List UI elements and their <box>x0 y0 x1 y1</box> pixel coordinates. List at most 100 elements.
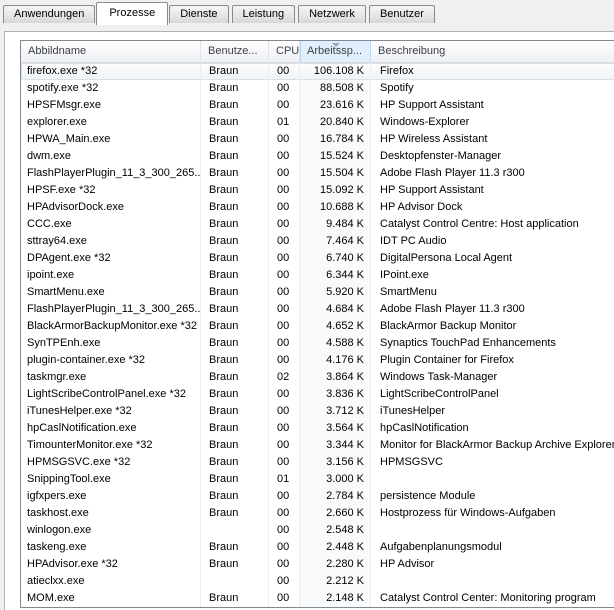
cell-memory: 88.508 K <box>300 80 371 97</box>
cell-image-name: SynTPEnh.exe <box>21 335 201 352</box>
cell-cpu: 00 <box>269 454 300 471</box>
cell-user-name: Braun <box>201 165 269 182</box>
cell-cpu: 00 <box>269 199 300 216</box>
tab-netzwerk[interactable]: Netzwerk <box>298 5 366 23</box>
cell-image-name: SmartMenu.exe <box>21 284 201 301</box>
cell-user-name: Braun <box>201 301 269 318</box>
cell-image-name: dwm.exe <box>21 148 201 165</box>
cell-memory: 15.524 K <box>300 148 371 165</box>
column-header-benutze[interactable]: Benutze... <box>201 41 269 62</box>
tab-leistung[interactable]: Leistung <box>232 5 296 23</box>
cell-memory: 6.740 K <box>300 250 371 267</box>
process-row[interactable]: MOM.exeBraun002.148 KCatalyst Control Ce… <box>21 590 614 607</box>
cell-cpu: 00 <box>269 573 300 590</box>
process-row[interactable]: winlogon.exe002.548 K <box>21 522 614 539</box>
process-row[interactable]: hpCaslNotification.exeBraun003.564 KhpCa… <box>21 420 614 437</box>
cell-memory: 3.156 K <box>300 454 371 471</box>
cell-image-name: HPMSGSVC.exe *32 <box>21 454 201 471</box>
process-row[interactable]: iTunesHelper.exe *32Braun003.712 KiTunes… <box>21 403 614 420</box>
process-row[interactable]: igfxpers.exeBraun002.784 Kpersistence Mo… <box>21 488 614 505</box>
process-row[interactable]: atieclxx.exe002.212 K <box>21 573 614 590</box>
tab-dienste[interactable]: Dienste <box>169 5 228 23</box>
cell-user-name: Braun <box>201 352 269 369</box>
process-row[interactable]: FlashPlayerPlugin_11_3_300_265....Braun0… <box>21 165 614 182</box>
cell-image-name: HPSFMsgr.exe <box>21 97 201 114</box>
process-row[interactable]: HPAdvisorDock.exeBraun0010.688 KHP Advis… <box>21 199 614 216</box>
process-row[interactable]: spotify.exe *32Braun0088.508 KSpotify <box>21 80 614 97</box>
process-row[interactable]: dwm.exeBraun0015.524 KDesktopfenster-Man… <box>21 148 614 165</box>
cell-cpu: 00 <box>269 420 300 437</box>
column-header-arbeitssp[interactable]: Arbeitssp... <box>300 41 371 62</box>
column-header-label: Benutze... <box>208 45 258 57</box>
column-header-label: Beschreibung <box>378 45 445 57</box>
cell-image-name: TimounterMonitor.exe *32 <box>21 437 201 454</box>
cell-cpu: 00 <box>269 556 300 573</box>
cell-memory: 106.108 K <box>300 63 371 80</box>
cell-user-name: Braun <box>201 148 269 165</box>
cell-user-name: Braun <box>201 556 269 573</box>
cell-description: IPoint.exe <box>371 267 614 284</box>
process-row[interactable]: HPAdvisor.exe *32Braun002.280 KHP Adviso… <box>21 556 614 573</box>
tab-anwendungen[interactable]: Anwendungen <box>3 5 95 23</box>
cell-cpu: 00 <box>269 437 300 454</box>
cell-memory: 23.616 K <box>300 97 371 114</box>
cell-description <box>371 471 614 488</box>
cell-image-name: HPWA_Main.exe <box>21 131 201 148</box>
cell-cpu: 00 <box>269 182 300 199</box>
process-row[interactable]: sttray64.exeBraun007.464 KIDT PC Audio <box>21 233 614 250</box>
cell-description: Desktopfenster-Manager <box>371 148 614 165</box>
process-row[interactable]: CCC.exeBraun009.484 KCatalyst Control Ce… <box>21 216 614 233</box>
process-row[interactable]: FlashPlayerPlugin_11_3_300_265....Braun0… <box>21 301 614 318</box>
cell-cpu: 00 <box>269 250 300 267</box>
cell-description: Adobe Flash Player 11.3 r300 <box>371 301 614 318</box>
cell-image-name: iTunesHelper.exe *32 <box>21 403 201 420</box>
process-row[interactable]: SnippingTool.exeBraun013.000 K <box>21 471 614 488</box>
tab-benutzer[interactable]: Benutzer <box>369 5 435 23</box>
process-row[interactable]: taskmgr.exeBraun023.864 KWindows Task-Ma… <box>21 369 614 386</box>
process-row[interactable]: firefox.exe *32Braun00106.108 KFirefox <box>21 63 614 80</box>
cell-user-name: Braun <box>201 131 269 148</box>
cell-description: HP Advisor <box>371 556 614 573</box>
cell-user-name: Braun <box>201 590 269 607</box>
cell-user-name: Braun <box>201 284 269 301</box>
cell-description: Aufgabenplanungsmodul <box>371 539 614 556</box>
process-row[interactable]: ipoint.exeBraun006.344 KIPoint.exe <box>21 267 614 284</box>
cell-image-name: taskeng.exe <box>21 539 201 556</box>
process-row[interactable]: explorer.exeBraun0120.840 KWindows-Explo… <box>21 114 614 131</box>
column-header-abbildname[interactable]: Abbildname <box>21 41 201 62</box>
process-row[interactable]: TimounterMonitor.exe *32Braun003.344 KMo… <box>21 437 614 454</box>
process-row[interactable]: HPSFMsgr.exeBraun0023.616 KHP Support As… <box>21 97 614 114</box>
process-row[interactable]: SynTPEnh.exeBraun004.588 KSynaptics Touc… <box>21 335 614 352</box>
process-row[interactable]: SmartMenu.exeBraun005.920 KSmartMenu <box>21 284 614 301</box>
process-row[interactable]: DPAgent.exe *32Braun006.740 KDigitalPers… <box>21 250 614 267</box>
cell-image-name: CCC.exe <box>21 216 201 233</box>
process-row[interactable]: LightScribeControlPanel.exe *32Braun003.… <box>21 386 614 403</box>
cell-cpu: 00 <box>269 318 300 335</box>
cell-memory: 4.652 K <box>300 318 371 335</box>
cell-image-name: LightScribeControlPanel.exe *32 <box>21 386 201 403</box>
process-table-body[interactable]: firefox.exe *32Braun00106.108 KFirefoxsp… <box>21 63 614 607</box>
cell-cpu: 00 <box>269 590 300 607</box>
cell-image-name: SnippingTool.exe <box>21 471 201 488</box>
cell-memory: 16.784 K <box>300 131 371 148</box>
column-header-label: CPU <box>276 45 299 57</box>
process-row[interactable]: HPSF.exe *32Braun0015.092 KHP Support As… <box>21 182 614 199</box>
cell-description: HPMSGSVC <box>371 454 614 471</box>
process-row[interactable]: HPWA_Main.exeBraun0016.784 KHP Wireless … <box>21 131 614 148</box>
process-row[interactable]: plugin-container.exe *32Braun004.176 KPl… <box>21 352 614 369</box>
process-table-header: Abbildname Benutze... CPUArbeitssp... Besch… <box>21 41 614 63</box>
tab-prozesse[interactable]: Prozesse <box>96 2 168 25</box>
process-row[interactable]: taskeng.exeBraun002.448 KAufgabenplanung… <box>21 539 614 556</box>
process-row[interactable]: taskhost.exeBraun002.660 KHostprozess fü… <box>21 505 614 522</box>
cell-memory: 10.688 K <box>300 199 371 216</box>
column-header-beschreibung[interactable]: Beschreibung <box>371 41 614 62</box>
cell-image-name: spotify.exe *32 <box>21 80 201 97</box>
cell-description <box>371 522 614 539</box>
process-row[interactable]: HPMSGSVC.exe *32Braun003.156 KHPMSGSVC <box>21 454 614 471</box>
cell-cpu: 00 <box>269 233 300 250</box>
column-header-cpu[interactable]: CPU <box>269 41 300 62</box>
cell-description <box>371 573 614 590</box>
cell-description: Adobe Flash Player 11.3 r300 <box>371 165 614 182</box>
cell-image-name: HPAdvisorDock.exe <box>21 199 201 216</box>
process-row[interactable]: BlackArmorBackupMonitor.exe *32Braun004.… <box>21 318 614 335</box>
